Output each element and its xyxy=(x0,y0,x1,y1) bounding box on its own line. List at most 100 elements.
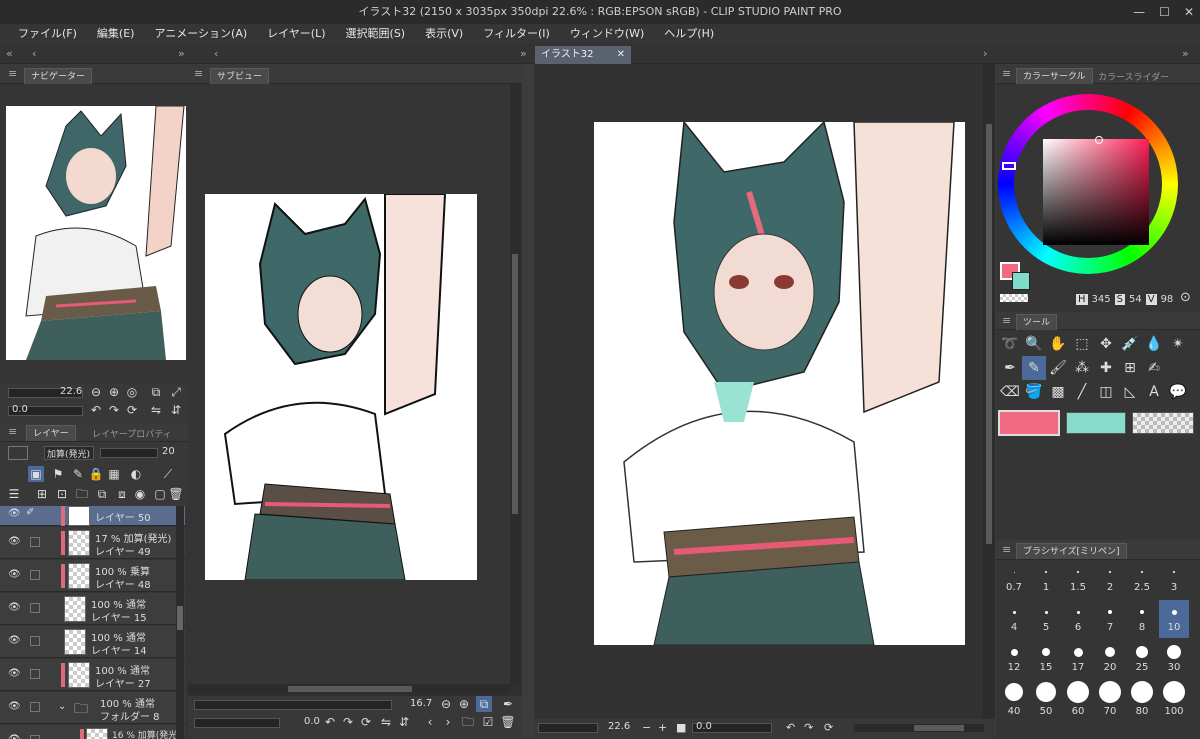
flip-vertical-icon[interactable]: ⇵ xyxy=(396,714,412,730)
eye-icon[interactable]: 👁 xyxy=(8,602,21,614)
zoom-in-icon[interactable]: ⊕ xyxy=(456,696,472,712)
brush-size-cell[interactable]: 10 xyxy=(1159,600,1189,638)
balloon-icon[interactable]: 💬 xyxy=(1166,380,1190,404)
airbrush-icon[interactable]: ⁂ xyxy=(1070,356,1094,380)
actual-size-icon[interactable]: ⤢ xyxy=(168,384,184,400)
apply-mask-icon[interactable]: ▢ xyxy=(152,486,168,502)
eye-icon[interactable]: 👁 xyxy=(8,635,21,647)
menu-icon[interactable]: ≡ xyxy=(194,67,203,80)
reset-rotate-icon[interactable]: ⟳ xyxy=(124,402,140,418)
menu-filter[interactable]: フィルター(I) xyxy=(483,24,550,44)
rotate-right-icon[interactable]: ↷ xyxy=(804,721,813,734)
brush-size-cell[interactable]: 100 xyxy=(1159,680,1189,718)
zoom-in-icon[interactable]: ⊕ xyxy=(106,384,122,400)
eye-icon[interactable]: 👁 xyxy=(8,734,21,739)
tab-navigator[interactable]: ナビゲーター xyxy=(24,68,93,84)
zoom-out-icon[interactable]: ⊖ xyxy=(88,384,104,400)
hand-icon[interactable]: ✋ xyxy=(1046,332,1070,356)
fill-drop-icon[interactable]: 💧 xyxy=(1142,332,1166,356)
eye-icon[interactable]: 👁 xyxy=(8,569,21,581)
menu-help[interactable]: ヘルプ(H) xyxy=(664,24,714,44)
opacity-slider[interactable] xyxy=(100,448,158,458)
layer-mask-icon[interactable]: ◉ xyxy=(132,486,148,502)
brush-size-cell[interactable]: 2 xyxy=(1095,560,1125,598)
object-icon[interactable]: ⬚ xyxy=(1070,332,1094,356)
chevron-left-icon[interactable]: ‹ xyxy=(214,47,218,60)
menu-window[interactable]: ウィンドウ(W) xyxy=(570,24,644,44)
maximize-icon[interactable]: ☐ xyxy=(1159,5,1170,19)
zoom-out-icon[interactable]: − xyxy=(642,721,651,734)
line-icon[interactable]: ╱ xyxy=(1070,380,1094,404)
new-raster-layer-icon[interactable]: ⊞ xyxy=(34,486,50,502)
flip-horizontal-icon[interactable]: ⇋ xyxy=(148,402,164,418)
bucket-icon[interactable]: 🪣 xyxy=(1022,380,1046,404)
layer-checkbox[interactable] xyxy=(30,636,40,646)
menu-icon[interactable]: ≡ xyxy=(1002,67,1011,80)
sv-handle[interactable] xyxy=(1095,136,1103,144)
layer-row[interactable]: 👁 ✐ レイヤー 50 xyxy=(0,506,185,526)
next-icon[interactable]: › xyxy=(440,714,456,730)
brush-size-cell[interactable]: 4 xyxy=(999,600,1029,638)
eye-icon[interactable]: 👁 xyxy=(8,536,21,548)
lock-icon[interactable]: 🔒 xyxy=(88,466,104,482)
close-icon[interactable]: ✕ xyxy=(617,46,625,64)
brush-size-cell[interactable]: 17 xyxy=(1063,640,1093,678)
expand-icon[interactable]: » xyxy=(1182,47,1189,60)
tab-brush-size[interactable]: ブラシサイズ[ミリペン] xyxy=(1016,543,1127,559)
hue-handle[interactable] xyxy=(1002,162,1016,170)
layer-checkbox[interactable] xyxy=(30,603,40,613)
brush-size-cell[interactable]: 20 xyxy=(1095,640,1125,678)
decoration-icon[interactable]: ✚ xyxy=(1094,356,1118,380)
brush-size-cell[interactable]: 80 xyxy=(1127,680,1157,718)
layer-checkbox[interactable] xyxy=(30,735,40,739)
reset-rotate-icon[interactable]: ⟳ xyxy=(824,721,833,734)
close-icon[interactable]: ✕ xyxy=(1184,5,1194,19)
layer-row[interactable]: 👁 100 % 乗算 レイヤー 48 xyxy=(0,560,185,592)
eraser-icon[interactable]: ⌫ xyxy=(998,380,1022,404)
color-swatch[interactable] xyxy=(8,446,28,460)
ruler-icon[interactable]: ⟋ xyxy=(160,466,176,482)
tab-color-circle[interactable]: カラーサークル xyxy=(1016,68,1093,84)
rotate-right-icon[interactable]: ↷ xyxy=(106,402,122,418)
scroll-thumb[interactable] xyxy=(512,254,518,514)
fit-icon[interactable]: ⧉ xyxy=(476,696,492,712)
text-icon[interactable]: A xyxy=(1142,380,1166,404)
brush-size-cell[interactable]: 0.7 xyxy=(999,560,1029,598)
folder-row[interactable]: 👁 ⌄ 🗀 100 % 通常 フォルダー 8 xyxy=(0,692,185,724)
canvas-vscrollbar[interactable] xyxy=(983,64,995,719)
duplicate-layer-icon[interactable]: ⧉ xyxy=(94,486,110,502)
brush-size-cell[interactable]: 5 xyxy=(1031,600,1061,638)
menu-selection[interactable]: 選択範囲(S) xyxy=(346,24,406,44)
open-file-icon[interactable]: 🗀 xyxy=(460,714,476,730)
draft-icon[interactable]: ✎ xyxy=(70,466,86,482)
collapse-left-icon[interactable]: « xyxy=(6,47,13,60)
menu-icon[interactable]: ≡ xyxy=(1002,543,1011,556)
layer-checkbox[interactable] xyxy=(30,702,40,712)
eyedropper-icon[interactable]: ✒ xyxy=(500,696,516,712)
subview-zoom-slider[interactable] xyxy=(194,700,392,710)
flip-vertical-icon[interactable]: ⇵ xyxy=(168,402,184,418)
canvas-hscrollbar[interactable] xyxy=(854,724,984,732)
saturation-value-square[interactable] xyxy=(1043,136,1149,245)
layer-row[interactable]: 👁 16 % 加算(発光) xyxy=(0,725,185,739)
layer-checkbox[interactable] xyxy=(30,537,40,547)
color-settings-icon[interactable]: ⊙ xyxy=(1180,290,1191,305)
brush-size-cell[interactable]: 1.5 xyxy=(1063,560,1093,598)
reference-layer-icon[interactable]: ⚑ xyxy=(50,466,66,482)
move-icon[interactable]: ✥ xyxy=(1094,332,1118,356)
menu-file[interactable]: ファイル(F) xyxy=(18,24,77,44)
gradient-icon[interactable]: ▩ xyxy=(1046,380,1070,404)
new-folder-icon[interactable]: 🗀 xyxy=(74,486,90,502)
pencil-icon[interactable]: ✎ xyxy=(1022,356,1046,380)
brush-size-cell[interactable]: 1 xyxy=(1031,560,1061,598)
layer-checkbox[interactable] xyxy=(30,669,40,679)
brush-size-cell[interactable]: 60 xyxy=(1063,680,1093,718)
sub-color-swatch[interactable] xyxy=(1012,272,1030,290)
chevron-left-icon[interactable]: ‹ xyxy=(32,47,36,60)
sparkle-icon[interactable]: ✴ xyxy=(1166,332,1190,356)
zoom-out-icon[interactable]: ⊖ xyxy=(438,696,454,712)
rotate-right-icon[interactable]: ↷ xyxy=(340,714,356,730)
brush-size-cell[interactable]: 25 xyxy=(1127,640,1157,678)
scroll-thumb[interactable] xyxy=(914,725,964,731)
tab-layer[interactable]: レイヤー xyxy=(26,425,76,441)
